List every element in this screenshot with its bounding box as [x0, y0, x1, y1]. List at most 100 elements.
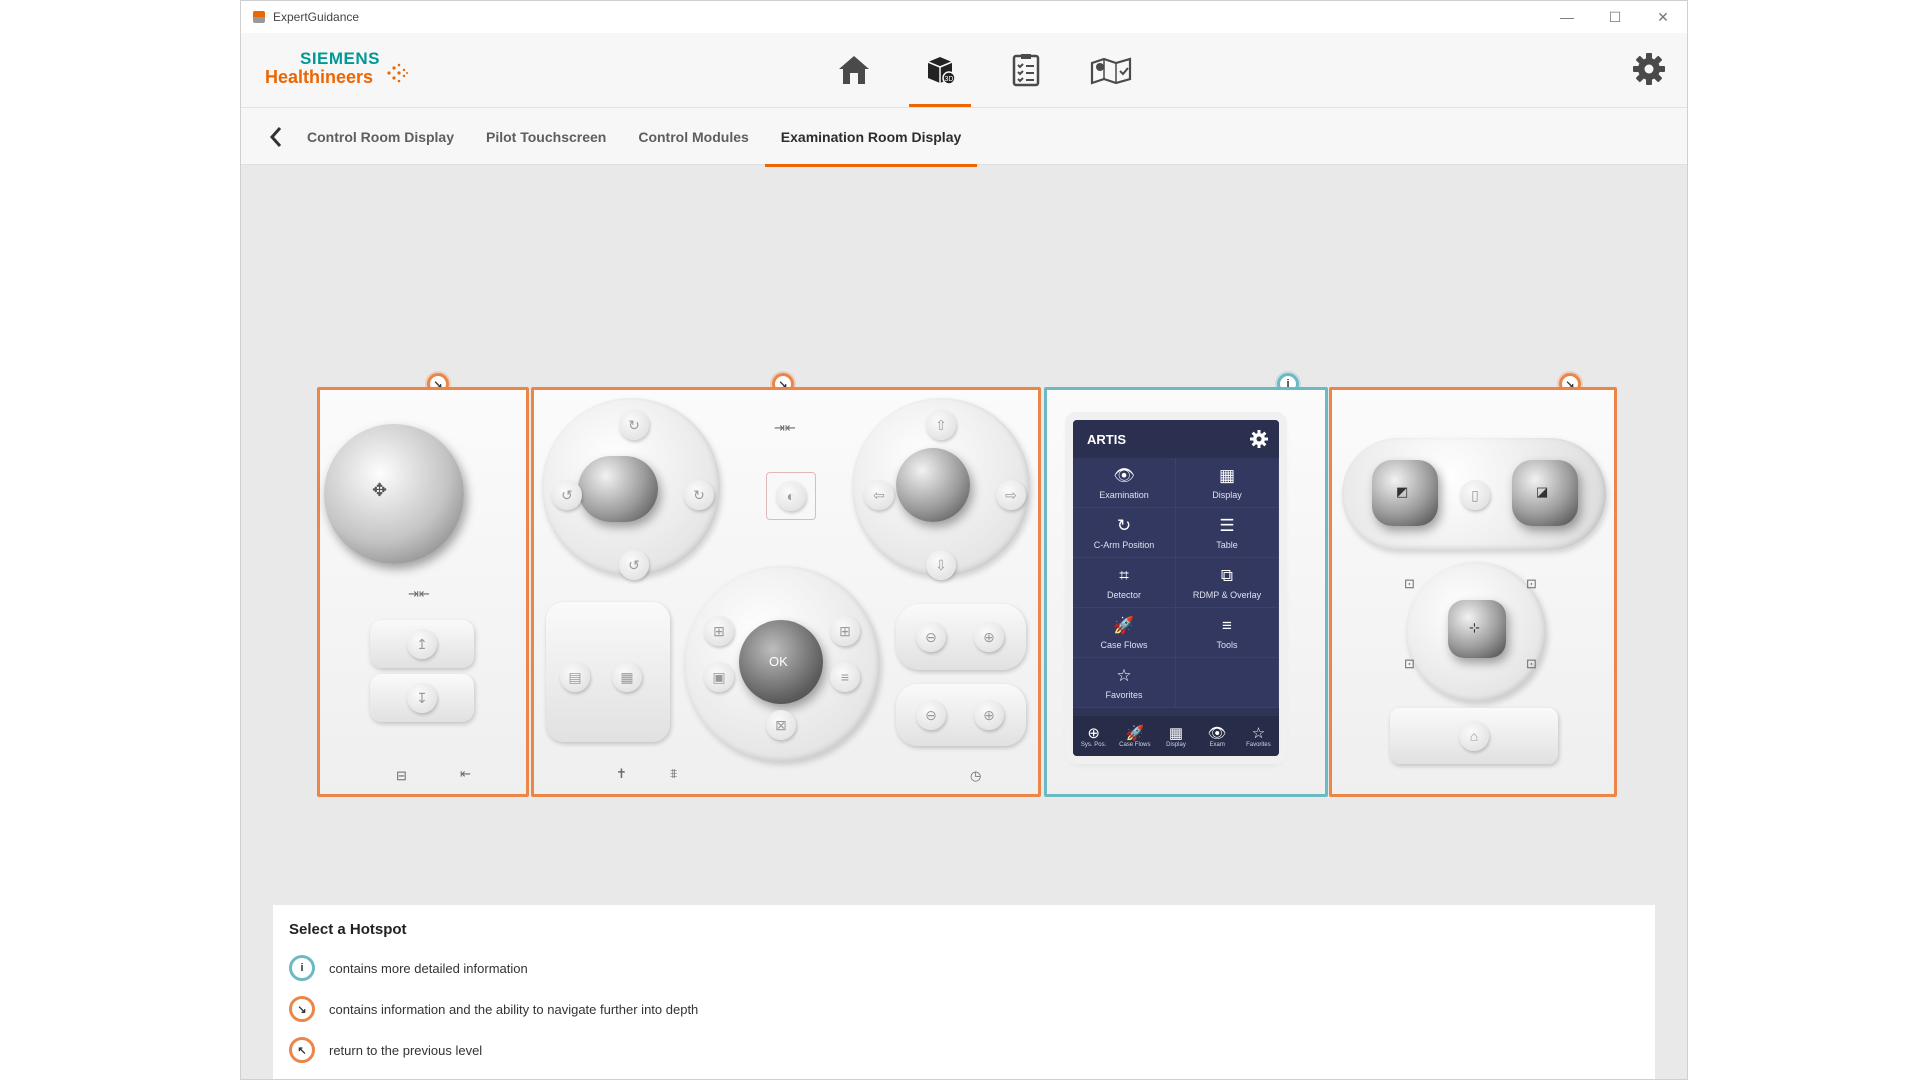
logo-dots-icon	[387, 63, 408, 83]
module-panel-collimator[interactable]: ✥ ⇥⇤ ↥ ↧ ⊟ ⇤	[317, 387, 529, 797]
large-joystick-knob[interactable]: ✥	[324, 424, 464, 564]
tile-label: Examination	[1099, 489, 1149, 500]
crosshair-icon: ✥	[372, 480, 388, 500]
nav-home[interactable]	[811, 33, 897, 107]
view-next-button[interactable]: ⊕	[974, 622, 1004, 652]
left-paddle-joystick[interactable]: ◩	[1372, 460, 1438, 526]
ok-button[interactable]: OK	[739, 620, 823, 704]
tile-label: Display	[1212, 489, 1242, 500]
minimize-button[interactable]: —	[1543, 1, 1591, 33]
move-down-button[interactable]: ↧	[370, 674, 474, 722]
tile-detector[interactable]: ⌗ Detector	[1073, 558, 1176, 608]
nav-grid-left-button[interactable]: ⊞	[704, 616, 734, 646]
display-icon: ▦	[1168, 725, 1184, 742]
footer-label: Favorites	[1246, 742, 1271, 748]
detector-joystick[interactable]	[896, 448, 970, 522]
detector-right-button[interactable]: ⇨	[996, 480, 1026, 510]
touchscreen-header: ARTIS	[1073, 420, 1279, 458]
tile-label: RDMP & Overlay	[1192, 589, 1262, 600]
home-position-button[interactable]: ⌂	[1390, 708, 1558, 764]
nav-menu-button[interactable]: ≡	[830, 662, 860, 692]
window-title: ExpertGuidance	[273, 10, 360, 24]
home-icon: ⌂	[1459, 721, 1489, 751]
artis-touchscreen: ARTIS 👁 Examination ▦ Display ↻ C-Arm Po…	[1073, 420, 1279, 756]
nav-grid-right-button[interactable]: ⊞	[830, 616, 860, 646]
ok-label: OK	[769, 654, 788, 669]
rocket-icon: 🚀	[1113, 615, 1135, 635]
tile-examination[interactable]: 👁 Examination	[1073, 458, 1176, 508]
tile-display[interactable]: ▦ Display	[1176, 458, 1279, 508]
footer-case-flows[interactable]: 🚀 Case Flows	[1114, 716, 1155, 756]
footer-label: Case Flows	[1119, 742, 1151, 748]
tile-favorites[interactable]: ☆ Favorites	[1073, 658, 1176, 708]
tab-pilot-touchscreen[interactable]: Pilot Touchscreen	[470, 108, 622, 166]
calendar-button[interactable]: ▦	[612, 662, 642, 692]
store-button[interactable]: ▤	[560, 662, 590, 692]
carm-joystick-left[interactable]	[578, 456, 658, 522]
info-icon: i	[289, 955, 315, 981]
zoom-out-button[interactable]: ⊖	[916, 700, 946, 730]
main-nav: 3D	[811, 33, 1155, 107]
rocket-icon: 🚀	[1125, 725, 1145, 742]
module-panel-carm-controls[interactable]: ↻ ↺ ↺ ↻ ⇥⇤ ◐ ⇧ ⇩ ⇦ ⇨ ▤ ▦ OK ⊞ ⊞ ▣ ≡ ⊠ ⊖ …	[531, 387, 1041, 797]
tab-examination-room-display[interactable]: Examination Room Display	[764, 108, 978, 167]
detector-icon: ⌗	[1119, 565, 1129, 585]
rotate-left-button[interactable]: ↺	[552, 480, 582, 510]
collimation-icon-2: ⇥⇤	[774, 420, 796, 435]
module-panel-table-controls[interactable]: ◩ ▯ ◪ ⊹ ⊡ ⊡ ⊡ ⊡ ⌂	[1329, 387, 1617, 797]
navigate-deeper-icon: ↘	[289, 996, 315, 1022]
contrast-alt-icon: ◪	[1536, 484, 1549, 499]
right-paddle-joystick[interactable]: ◪	[1512, 460, 1578, 526]
window-controls: — ☐ ✕	[1543, 1, 1687, 33]
legend-navigate-row: ↘ contains information and the ability t…	[289, 996, 698, 1022]
svg-text:3D: 3D	[945, 76, 954, 83]
checklist-icon	[1012, 54, 1040, 87]
nav-close-button[interactable]: ⊠	[766, 710, 796, 740]
rotate-right-button[interactable]: ↻	[684, 480, 714, 510]
corner-bl-icon: ⊡	[1404, 656, 1415, 671]
module-panel-touchscreen[interactable]: ARTIS 👁 Examination ▦ Display ↻ C-Arm Po…	[1044, 387, 1328, 797]
tab-control-room-display[interactable]: Control Room Display	[291, 108, 470, 166]
rotate-ccw-button[interactable]: ↺	[619, 550, 649, 580]
tile-rdmp-overlay[interactable]: ⧉ RDMP & Overlay	[1176, 558, 1279, 608]
footer-sys-pos[interactable]: ⊕ Sys. Pos.	[1073, 716, 1114, 756]
footer-favorites[interactable]: ☆ Favorites	[1238, 716, 1279, 756]
legend-navigate-text: contains information and the ability to …	[329, 1001, 699, 1017]
back-button[interactable]	[261, 122, 291, 152]
tile-tools[interactable]: ≡ Tools	[1176, 608, 1279, 658]
settings-gear-icon[interactable]	[1631, 51, 1667, 87]
tile-carm-position[interactable]: ↻ C-Arm Position	[1073, 508, 1176, 558]
tab-bar: Control Room Display Pilot Touchscreen C…	[241, 107, 1687, 167]
tab-control-modules[interactable]: Control Modules	[622, 108, 764, 166]
nav-3d-model[interactable]: 3D	[897, 33, 983, 107]
footer-exam[interactable]: 👁 Exam	[1197, 716, 1238, 756]
detector-down-button[interactable]: ⇩	[926, 550, 956, 580]
rotation-button[interactable]: ◐	[776, 481, 806, 511]
footer-display[interactable]: ▦ Display	[1155, 716, 1196, 756]
table-joystick[interactable]: ⊹	[1448, 600, 1506, 658]
nav-image-button[interactable]: ▣	[704, 662, 734, 692]
view-prev-button[interactable]: ⊖	[916, 622, 946, 652]
maximize-button[interactable]: ☐	[1591, 1, 1639, 33]
tabs: Control Room Display Pilot Touchscreen C…	[291, 108, 978, 167]
tile-case-flows[interactable]: 🚀 Case Flows	[1073, 608, 1176, 658]
corner-br-icon: ⊡	[1526, 656, 1537, 671]
tile-empty	[1176, 658, 1279, 708]
zoom-in-button[interactable]: ⊕	[974, 700, 1004, 730]
legend-info-text: contains more detailed information	[329, 960, 528, 976]
detector-up-button[interactable]: ⇧	[926, 410, 956, 440]
move-up-button[interactable]: ↥	[370, 620, 474, 668]
nav-checklist[interactable]	[983, 33, 1069, 107]
app-icon	[253, 11, 265, 23]
rotate-cw-button[interactable]: ↻	[619, 410, 649, 440]
table-tilt-icon: ⊟	[396, 768, 407, 783]
center-toggle-button[interactable]: ▯	[1460, 480, 1490, 510]
tile-table[interactable]: ☰ Table	[1176, 508, 1279, 558]
gear-icon[interactable]	[1249, 429, 1269, 449]
footer-label: Sys. Pos.	[1080, 742, 1107, 748]
nav-map[interactable]	[1069, 33, 1155, 107]
tile-label: Favorites	[1105, 689, 1143, 700]
tile-label: Detector	[1106, 589, 1141, 600]
detector-left-button[interactable]: ⇦	[864, 480, 894, 510]
close-button[interactable]: ✕	[1639, 1, 1687, 33]
